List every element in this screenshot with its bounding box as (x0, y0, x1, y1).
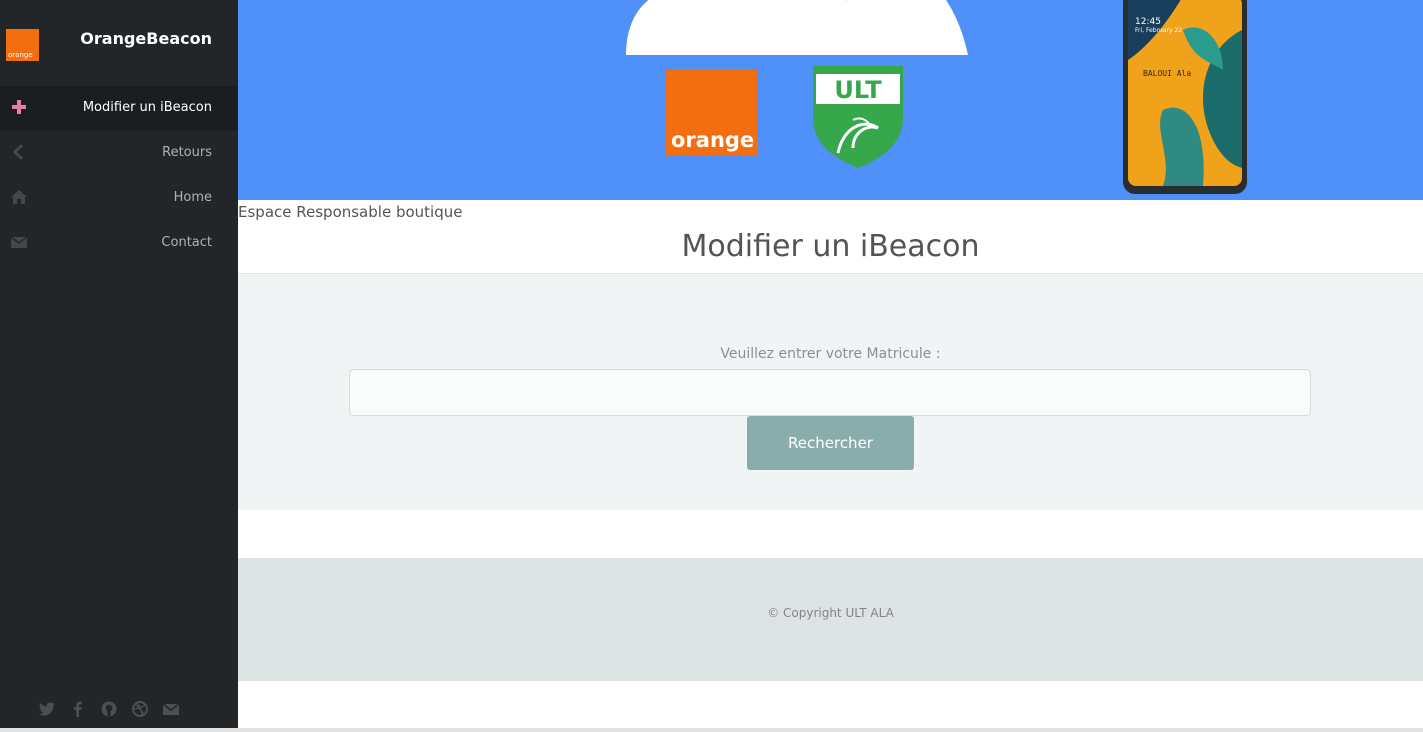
cloud-graphic (626, 0, 968, 55)
sidebar-item-modifier[interactable]: Modifier un iBeacon (0, 86, 238, 131)
page-subtitle: Espace Responsable boutique (238, 203, 463, 221)
phone-date: Fri, February 22 (1135, 27, 1182, 34)
sidebar-item-contact[interactable]: Contact (0, 221, 238, 266)
matricule-label: Veuillez entrer votre Matricule : (720, 346, 941, 362)
dribbble-icon[interactable] (131, 700, 149, 718)
twitter-icon[interactable] (38, 700, 56, 718)
envelope-icon[interactable] (162, 700, 180, 718)
plus-icon (12, 100, 26, 114)
search-button[interactable]: Rechercher (747, 416, 914, 470)
chevron-left-icon (12, 143, 24, 161)
header-banner: orange ULT 12:45 Fri, February 22 BALOUI… (238, 0, 1423, 200)
orange-logo: orange (666, 69, 757, 155)
footer: © Copyright ULT ALA (238, 558, 1423, 681)
sidebar-item-label: Modifier un iBeacon (82, 100, 212, 115)
copyright-text: © Copyright ULT ALA (767, 606, 894, 620)
phone-owner: BALOUI Ala (1143, 69, 1191, 78)
home-icon (11, 190, 27, 204)
sidebar-item-label: Retours (162, 145, 212, 160)
bottom-divider (0, 728, 1423, 732)
sidebar: orange OrangeBeacon Modifier un iBeacon … (0, 0, 238, 732)
sidebar-item-retours[interactable]: Retours (0, 131, 238, 176)
sidebar-item-home[interactable]: Home (0, 176, 238, 221)
phone-image: 12:45 Fri, February 22 BALOUI Ala (1123, 0, 1247, 194)
phone-time: 12:45 (1135, 17, 1161, 27)
envelope-icon (10, 236, 28, 248)
github-icon[interactable] (100, 700, 118, 718)
orange-logo: orange (6, 29, 39, 61)
matricule-input[interactable] (349, 369, 1311, 416)
brand-name: OrangeBeacon (80, 29, 212, 48)
orange-logo-text: orange (8, 51, 33, 59)
orange-logo-text: orange (671, 128, 755, 152)
facebook-icon[interactable] (69, 700, 87, 718)
ult-logo: ULT (813, 66, 903, 168)
ult-logo-text: ULT (834, 76, 882, 104)
social-links (38, 700, 180, 718)
sidebar-item-label: Contact (161, 235, 212, 250)
sidebar-item-label: Home (173, 190, 212, 205)
brand[interactable]: orange OrangeBeacon (0, 0, 238, 86)
search-form: Veuillez entrer votre Matricule : Recher… (238, 273, 1423, 510)
page-title: Modifier un iBeacon (681, 229, 980, 264)
